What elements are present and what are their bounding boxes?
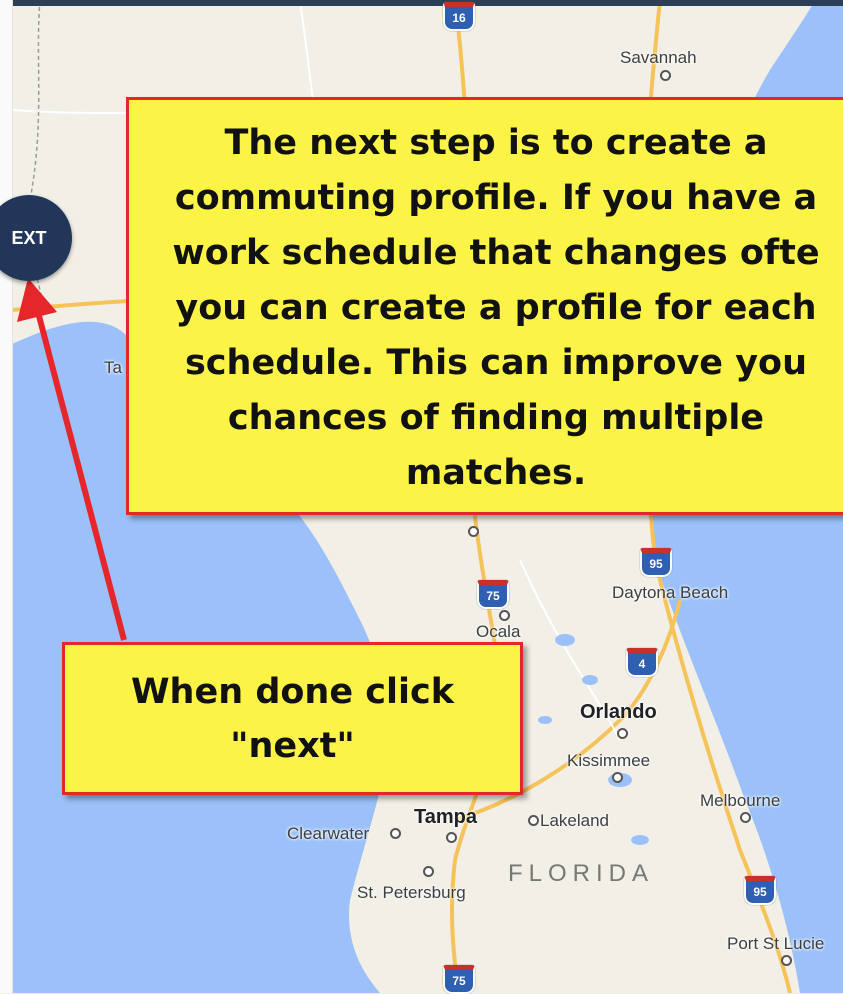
place-port-st-lucie: Port St Lucie <box>727 934 825 953</box>
interstate-shield-icon: 95 <box>640 548 672 577</box>
city-dot <box>617 728 628 739</box>
city-dot <box>781 955 792 966</box>
city-dot <box>660 70 671 81</box>
city-dot <box>528 815 539 826</box>
city-dot <box>499 610 510 621</box>
place-savannah: Savannah <box>620 48 697 67</box>
city-dot <box>390 828 401 839</box>
interstate-shield-icon: 75 <box>477 580 509 609</box>
place-st-petersburg: St. Petersburg <box>357 883 466 902</box>
place-tampa: Tampa <box>414 806 477 828</box>
place-ocala: Ocala <box>476 622 521 641</box>
interstate-shield-icon: 4 <box>626 648 658 677</box>
place-daytona-beach: Daytona Beach <box>612 583 729 602</box>
place-orlando: Orlando <box>580 701 657 723</box>
left-panel-edge <box>0 0 13 993</box>
state-label: FLORIDA <box>508 860 655 887</box>
place-kissimmee: Kissimmee <box>567 751 651 770</box>
interstate-shield-icon: 95 <box>744 876 776 905</box>
click-next-callout: When done click "next" <box>62 642 523 795</box>
instruction-callout: The next step is to create a commuting p… <box>126 97 843 515</box>
city-dot <box>468 526 479 537</box>
city-dot <box>740 812 751 823</box>
place-melbourne: Melbourne <box>700 791 781 810</box>
city-dot <box>446 832 457 843</box>
place-lakeland: Lakeland <box>540 811 610 830</box>
place-clearwater: Clearwater <box>287 824 370 843</box>
top-bar <box>0 0 843 6</box>
place-ta: Ta <box>104 358 122 377</box>
city-dot <box>612 772 623 783</box>
city-dot <box>423 866 434 877</box>
interstate-shield-icon: 75 <box>443 965 475 994</box>
interstate-shield-icon: 16 <box>443 2 475 31</box>
